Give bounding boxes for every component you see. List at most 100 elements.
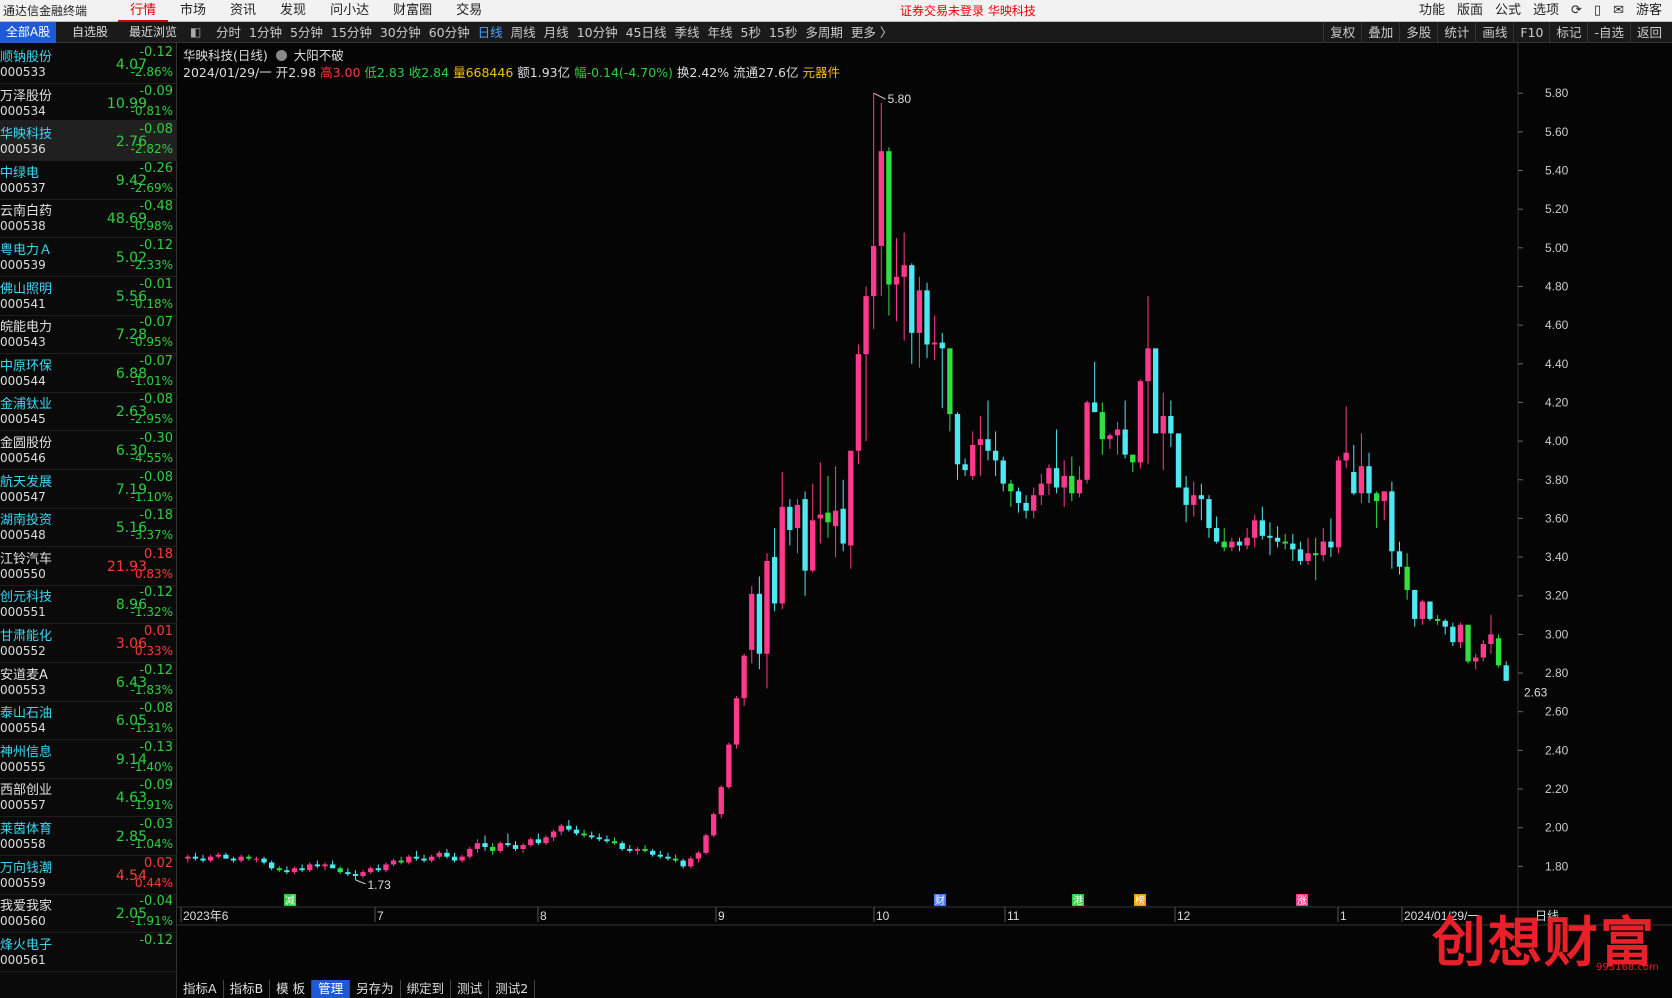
candle-body (1137, 381, 1144, 463)
candle-body (1442, 620, 1448, 627)
candle-body (558, 825, 564, 832)
candle-body (345, 872, 351, 875)
candle-body (1122, 429, 1128, 455)
y-tick-label: 3.60 (1545, 511, 1569, 525)
candle-body (307, 864, 313, 871)
candle-body (512, 845, 519, 849)
candle-body (314, 864, 321, 867)
y-tick-label: 3.00 (1545, 627, 1569, 641)
kline-chart[interactable]: 5.80 5.60 5.40 5.20 5.00 4.80 4.60 4.40 4.20 4.00… (0, 0, 1672, 998)
indicator-tab-4[interactable]: 另存为 (350, 980, 401, 998)
candle-body (1099, 412, 1105, 440)
candle-body (650, 850, 656, 855)
x-tick-label: 10 (876, 909, 890, 923)
candle-body (489, 847, 496, 851)
candle-body (1473, 657, 1479, 662)
candle-body (368, 868, 374, 873)
candle-body (1229, 541, 1235, 548)
candle-body (893, 276, 900, 285)
y-tick-label: 4.40 (1545, 357, 1569, 371)
y-tick-label: 5.00 (1545, 241, 1569, 255)
candle-body (886, 151, 892, 285)
indicator-tab-3[interactable]: 管理 (312, 980, 351, 998)
last-price-label: 2.63 (1524, 685, 1548, 699)
candle-body (329, 864, 336, 869)
candle-body (733, 698, 740, 745)
candle-body (1008, 483, 1014, 492)
candle-body (1465, 624, 1471, 662)
indicator-tab-2[interactable]: 模 板 (270, 980, 313, 998)
candle-body (1198, 495, 1205, 500)
y-tick-label: 5.80 (1545, 86, 1569, 100)
candle-body (1389, 491, 1395, 552)
candle-body (871, 245, 877, 297)
candle-body (1191, 495, 1197, 505)
candle-body (520, 845, 526, 849)
candle-body (383, 864, 389, 871)
candle-body (1259, 520, 1265, 536)
candle-body (680, 860, 686, 867)
candle-body (1221, 541, 1227, 548)
y-tick-label: 4.20 (1545, 395, 1569, 409)
candle-body (1152, 348, 1159, 434)
candle-body (1495, 638, 1502, 666)
x-tick-label: 8 (540, 909, 547, 923)
event-marker: 涨 (1297, 895, 1307, 907)
indicator-tab-1[interactable]: 指标B (224, 980, 271, 998)
x-tick-label: 7 (377, 909, 384, 923)
candle-body (550, 831, 557, 838)
candle-body (1488, 634, 1494, 645)
indicator-tab-7[interactable]: 测试2 (489, 980, 536, 998)
y-tick-label: 4.80 (1545, 279, 1569, 293)
candle-body (1130, 454, 1136, 463)
candle-body (1000, 460, 1006, 484)
candle-body (611, 841, 618, 844)
candle-body (497, 843, 503, 851)
candle-body (954, 414, 961, 465)
candle-body (398, 860, 404, 863)
candle-body (878, 151, 884, 246)
candle-body (421, 858, 427, 861)
candle-body (1267, 535, 1273, 538)
indicator-tab-5[interactable]: 绑定到 (401, 980, 452, 998)
candle-body (985, 439, 991, 451)
candle-body (444, 852, 450, 857)
candle-body (939, 342, 945, 349)
candle-body (604, 839, 610, 842)
candle-body (566, 825, 572, 830)
candle-body (1427, 601, 1433, 619)
candle-body (825, 512, 831, 523)
candle-body (1351, 472, 1357, 494)
candle-body (451, 856, 458, 861)
indicator-tab-6[interactable]: 测试 (451, 980, 490, 998)
candle-body (657, 854, 663, 857)
candle-body (208, 856, 214, 861)
x-tick-label: 12 (1177, 909, 1191, 923)
candle-body (1015, 491, 1022, 503)
candle-body (916, 290, 923, 333)
candle-body (413, 856, 420, 859)
candle-body (230, 858, 237, 861)
candle-body (1313, 553, 1319, 556)
candle-body (390, 860, 397, 865)
candle-body (253, 858, 260, 860)
y-tick-label: 3.40 (1545, 550, 1569, 564)
candle-body (352, 874, 359, 877)
candle-body (695, 852, 702, 859)
indicator-tab-0[interactable]: 指标A (177, 980, 224, 998)
candle-body (741, 655, 747, 699)
candle-body (261, 858, 267, 863)
candle-body (1206, 499, 1212, 529)
candle-body (535, 839, 542, 844)
candle-body (291, 868, 298, 873)
candle-body (1404, 566, 1410, 590)
candle-body (1168, 415, 1174, 434)
high-annotation-line (873, 92, 886, 100)
x-tick-label: 2023年6 (183, 909, 229, 923)
candle-body (1343, 452, 1349, 461)
candle-body (299, 868, 305, 871)
candle-body (962, 464, 968, 471)
candle-body (992, 450, 999, 461)
event-marker: 财 (935, 894, 945, 907)
candle-body (459, 856, 465, 861)
